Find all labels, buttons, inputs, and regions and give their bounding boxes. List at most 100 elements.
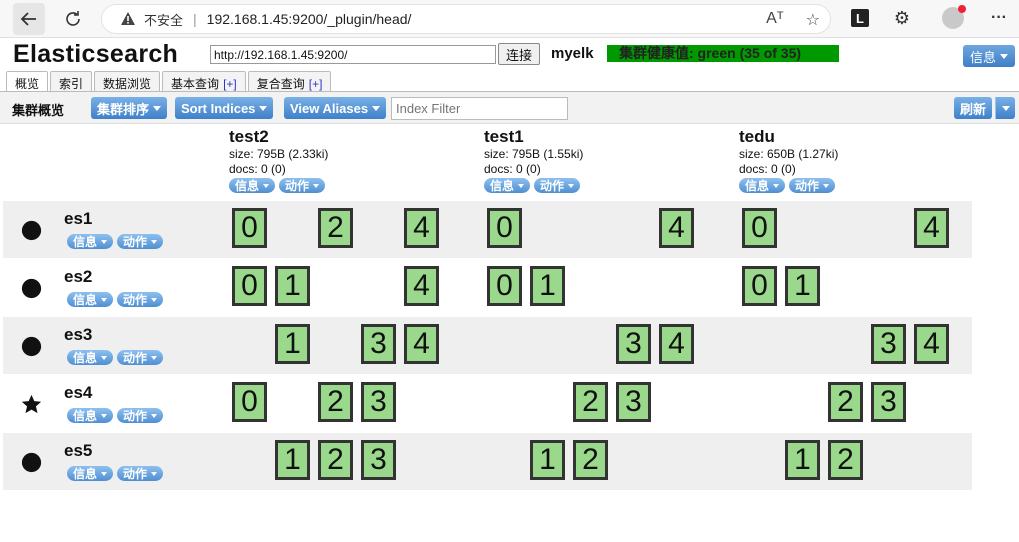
shard-box[interactable]: 3	[616, 324, 651, 364]
profile-avatar-icon[interactable]	[942, 5, 966, 29]
sort-indices-button[interactable]: Sort Indices	[175, 97, 274, 119]
back-button[interactable]	[13, 3, 45, 35]
info-menu-button[interactable]: 信息	[963, 45, 1015, 67]
action-label: 动作	[123, 235, 148, 249]
shard-box[interactable]: 4	[404, 208, 439, 248]
shard-box[interactable]: 4	[914, 208, 949, 248]
shard-box[interactable]: 0	[232, 382, 267, 422]
index-docs: docs: 0 (0)	[229, 162, 286, 176]
chevron-down-icon	[263, 183, 270, 188]
shard-box[interactable]: 1	[530, 266, 565, 306]
tab-bar: 概览 索引 数据浏览 基本查询 [+] 复合查询 [+]	[6, 71, 332, 92]
shard-box[interactable]: 4	[659, 324, 694, 364]
node-name: es1	[64, 209, 93, 228]
index-info-button[interactable]: 信息	[484, 178, 531, 193]
shard-box[interactable]: 3	[871, 382, 906, 422]
chevron-down-icon	[101, 239, 108, 244]
sort-indices-label: Sort Indices	[181, 100, 256, 116]
node-info-button[interactable]: 信息	[67, 466, 114, 481]
refresh-button[interactable]: 刷新	[954, 97, 993, 119]
read-aloud-icon[interactable]: Aᵀ	[766, 10, 784, 30]
sort-cluster-button[interactable]: 集群排序	[91, 97, 168, 119]
shard-box[interactable]: 2	[828, 382, 863, 422]
shard-box[interactable]: 3	[871, 324, 906, 364]
reload-button[interactable]	[57, 3, 89, 35]
shard-box[interactable]: 2	[573, 382, 608, 422]
favorite-star-icon[interactable]: ☆	[806, 10, 820, 30]
node-action-button[interactable]: 动作	[117, 408, 164, 423]
shard-box[interactable]: 1	[275, 266, 310, 306]
shard-box[interactable]: 1	[785, 440, 820, 480]
view-aliases-label: View Aliases	[290, 100, 369, 116]
chevron-down-icon	[151, 413, 158, 418]
extension-icon[interactable]: L	[851, 9, 869, 27]
tab-indices[interactable]: 索引	[50, 71, 93, 92]
tab-label: 复合查询	[256, 77, 305, 91]
shard-box[interactable]: 0	[742, 208, 777, 248]
tab-label: 索引	[59, 77, 84, 91]
chevron-down-icon	[151, 297, 158, 302]
info-label: 信息	[73, 409, 98, 423]
sort-cluster-label: 集群排序	[97, 101, 150, 117]
shard-box[interactable]: 2	[318, 382, 353, 422]
refresh-dropdown-button[interactable]	[995, 97, 1015, 119]
index-info-button[interactable]: 信息	[739, 178, 786, 193]
connect-url-input[interactable]	[210, 45, 496, 64]
shard-box[interactable]: 0	[232, 208, 267, 248]
node-info-button[interactable]: 信息	[67, 292, 114, 307]
shard-box[interactable]: 3	[361, 382, 396, 422]
node-action-button[interactable]: 动作	[117, 350, 164, 365]
node-info-button[interactable]: 信息	[67, 234, 114, 249]
view-aliases-button[interactable]: View Aliases	[284, 97, 387, 119]
tab-compound-query[interactable]: 复合查询 [+]	[247, 71, 332, 92]
address-url: 192.168.1.45:9200/_plugin/head/	[206, 11, 412, 27]
index-filter-input[interactable]	[391, 97, 568, 120]
shard-box[interactable]: 0	[487, 266, 522, 306]
shard-box[interactable]: 3	[616, 382, 651, 422]
shard-box[interactable]: 3	[361, 324, 396, 364]
shard-box[interactable]: 2	[573, 440, 608, 480]
tab-add-link[interactable]: [+]	[309, 77, 323, 91]
node-action-button[interactable]: 动作	[117, 292, 164, 307]
shard-box[interactable]: 2	[828, 440, 863, 480]
index-action-button[interactable]: 动作	[534, 178, 581, 193]
index-action-button[interactable]: 动作	[279, 178, 326, 193]
shard-box[interactable]: 0	[232, 266, 267, 306]
shard-box[interactable]: 1	[530, 440, 565, 480]
node-info-button[interactable]: 信息	[67, 408, 114, 423]
shard-box[interactable]: 4	[914, 324, 949, 364]
extensions-puzzle-icon[interactable]: ⚙	[893, 8, 911, 28]
shard-box[interactable]: 0	[742, 266, 777, 306]
tab-basic-query[interactable]: 基本查询 [+]	[162, 71, 246, 92]
tab-browser[interactable]: 数据浏览	[94, 71, 161, 92]
more-menu-icon[interactable]: ···	[990, 9, 1008, 27]
index-action-button[interactable]: 动作	[789, 178, 836, 193]
connect-button[interactable]: 连接	[498, 43, 540, 65]
node-info-button[interactable]: 信息	[67, 350, 114, 365]
address-bar[interactable]: 不安全 | 192.168.1.45:9200/_plugin/head/ Aᵀ…	[101, 4, 831, 34]
shard-box[interactable]: 1	[275, 440, 310, 480]
shard-box[interactable]: 2	[318, 208, 353, 248]
shard-box[interactable]: 2	[318, 440, 353, 480]
tab-overview[interactable]: 概览	[6, 71, 49, 92]
action-label: 动作	[123, 293, 148, 307]
shard-box[interactable]: 1	[785, 266, 820, 306]
node-name: es3	[64, 325, 93, 344]
address-separator: |	[193, 11, 197, 27]
shard-box[interactable]: 3	[361, 440, 396, 480]
arrow-left-icon	[20, 12, 36, 26]
info-label: 信息	[73, 467, 98, 481]
chevron-down-icon	[1000, 53, 1008, 59]
chevron-down-icon	[313, 183, 320, 188]
node-action-button[interactable]: 动作	[117, 234, 164, 249]
shard-box[interactable]: 4	[404, 324, 439, 364]
master-star-icon	[21, 394, 42, 414]
shard-box[interactable]: 4	[404, 266, 439, 306]
shard-box[interactable]: 4	[659, 208, 694, 248]
tab-label: 概览	[15, 77, 40, 91]
tab-add-link[interactable]: [+]	[223, 77, 237, 91]
node-action-button[interactable]: 动作	[117, 466, 164, 481]
shard-box[interactable]: 1	[275, 324, 310, 364]
shard-box[interactable]: 0	[487, 208, 522, 248]
index-info-button[interactable]: 信息	[229, 178, 276, 193]
